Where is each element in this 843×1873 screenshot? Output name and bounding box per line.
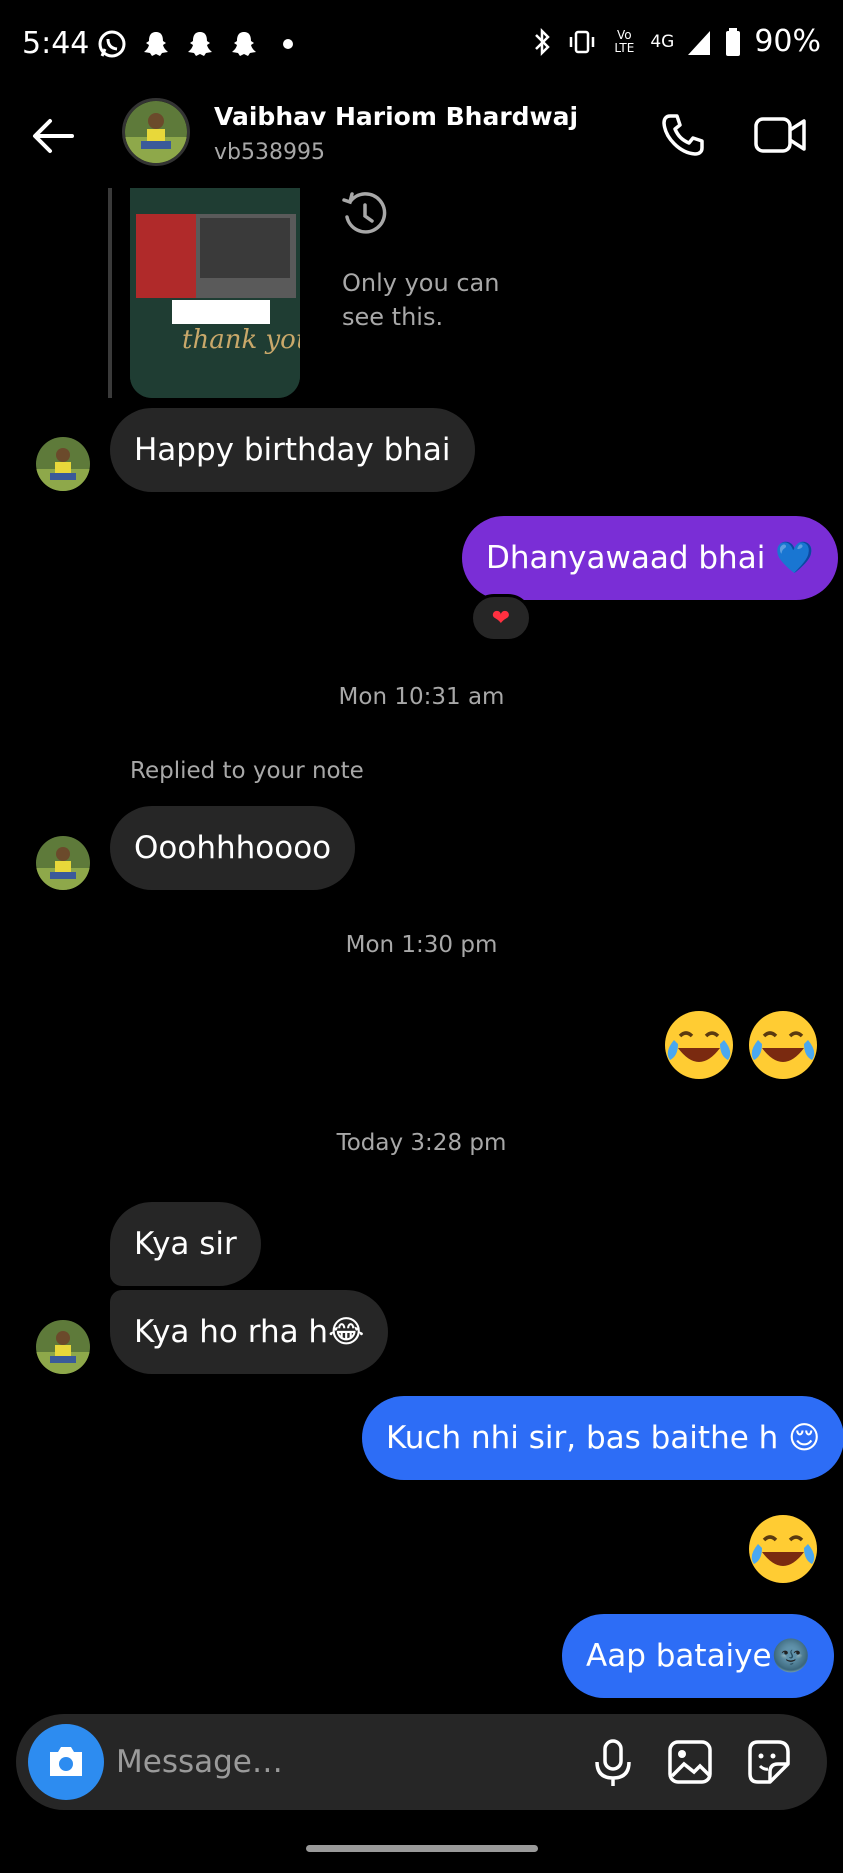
contact-avatar[interactable] [122, 98, 190, 166]
whatsapp-icon [98, 30, 126, 58]
network-label: 4G [650, 31, 675, 52]
story-thumbnail[interactable]: thank you so much [130, 188, 300, 398]
message-bubble-outgoing[interactable]: Aap bataiye🌚 [562, 1614, 835, 1698]
snapchat-icon [144, 32, 168, 56]
battery-icon [726, 27, 741, 56]
tears-of-joy-emoji-icon [665, 1011, 733, 1079]
message-bubble-incoming[interactable]: Kya ho rha h😂 [110, 1290, 389, 1374]
snapchat-icon [188, 32, 212, 56]
reply-indicator-bar [108, 188, 112, 398]
sender-avatar[interactable] [36, 836, 90, 890]
video-camera-icon[interactable] [752, 110, 808, 160]
status-time: 5:44 [22, 26, 90, 61]
microphone-icon[interactable] [590, 1738, 636, 1788]
sticker-icon[interactable] [744, 1738, 792, 1786]
chat-header: Vaibhav Hariom Bhardwaj vb538995 [0, 90, 843, 190]
notification-icons [96, 26, 304, 62]
timestamp: Today 3:28 pm [336, 1130, 507, 1156]
contact-name[interactable]: Vaibhav Hariom Bhardwaj [214, 102, 578, 131]
sender-avatar[interactable] [36, 437, 90, 491]
system-icons: Vo LTE 4G 90% [530, 24, 821, 59]
volte-label: Vo LTE [614, 27, 635, 55]
contact-username[interactable]: vb538995 [214, 140, 325, 165]
timestamp: Mon 1:30 pm [345, 932, 498, 958]
status-bar: 5:44 Vo LTE 4G 90% [0, 0, 843, 90]
history-icon [342, 192, 387, 234]
vibrate-icon [570, 30, 595, 53]
story-image: thank you so much [130, 188, 300, 398]
message-bubble-incoming[interactable]: Kya sir [110, 1202, 261, 1286]
phone-icon[interactable] [658, 110, 708, 160]
heart-reaction[interactable]: ❤ [470, 594, 532, 642]
message-input[interactable] [116, 1714, 476, 1810]
gallery-icon[interactable] [666, 1738, 714, 1786]
tears-of-joy-emoji-icon[interactable] [744, 1510, 822, 1588]
message-bubble-outgoing[interactable]: Kuch nhi sir, bas baithe h 😌 [362, 1396, 843, 1480]
signal-icon [688, 30, 711, 55]
camera-icon [50, 1747, 82, 1776]
message-composer [16, 1714, 827, 1810]
emoji-message[interactable] [660, 1006, 826, 1088]
visibility-note: Only you can see this. [342, 269, 500, 331]
sender-avatar[interactable] [36, 1320, 90, 1374]
snapchat-icon [232, 32, 256, 56]
battery-percent: 90% [754, 24, 821, 59]
message-bubble-outgoing[interactable]: Dhanyawaad bhai 💙 [462, 516, 838, 600]
camera-button[interactable] [28, 1724, 104, 1800]
message-bubble-incoming[interactable]: Happy birthday bhai [110, 408, 475, 492]
message-bubble-incoming[interactable]: Ooohhhoooo [110, 806, 356, 890]
home-indicator[interactable] [306, 1845, 538, 1852]
story-text: thank you so much [182, 325, 300, 355]
tears-of-joy-emoji-icon [749, 1011, 817, 1079]
bluetooth-icon [535, 27, 551, 56]
dot-icon [283, 39, 293, 49]
timestamp: Mon 10:31 am [338, 684, 505, 710]
avatar-photo [125, 101, 187, 163]
back-arrow-icon[interactable] [28, 110, 80, 162]
replied-to-note-label: Replied to your note [130, 758, 364, 784]
